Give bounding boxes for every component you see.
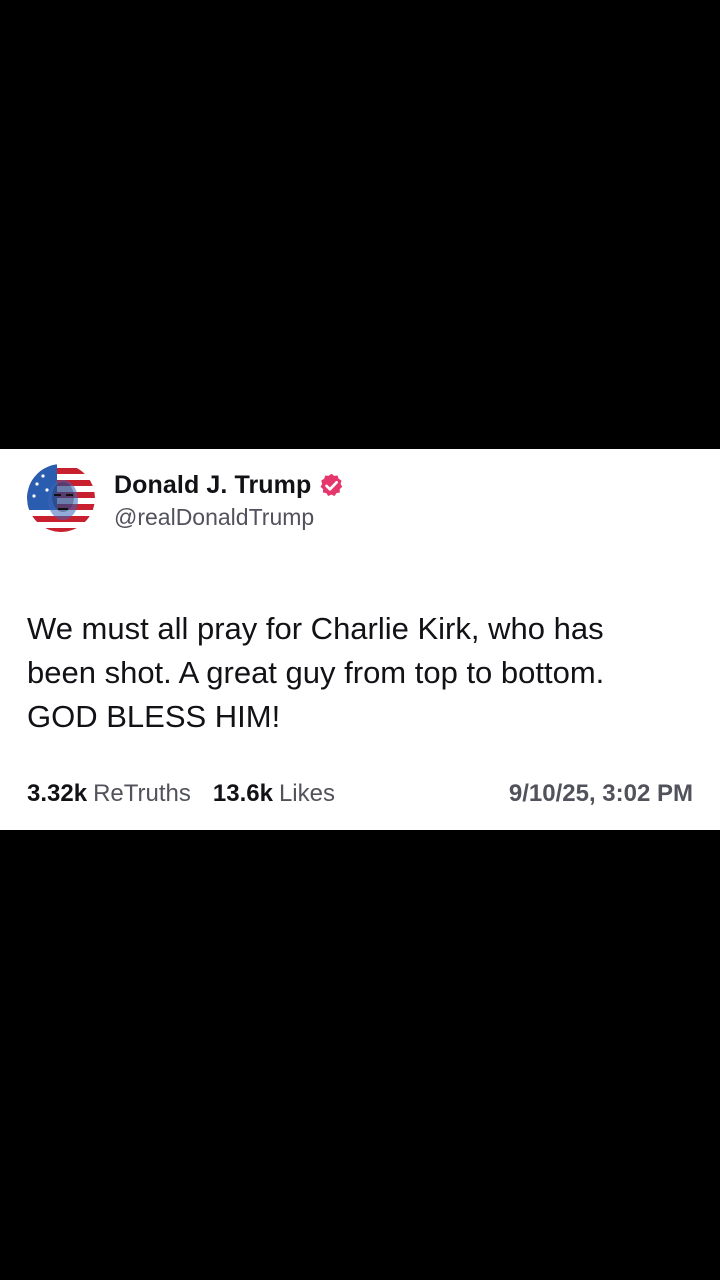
likes-stat[interactable]: 13.6k Likes — [213, 780, 335, 808]
retruths-count: 3.32k — [27, 780, 88, 807]
verified-badge-icon — [320, 473, 343, 496]
retruths-stat[interactable]: 3.32k ReTruths — [27, 780, 191, 808]
author-name-row: Donald J. Trump — [114, 467, 345, 503]
avatar[interactable] — [27, 464, 95, 532]
likes-count: 13.6k — [212, 780, 273, 807]
author-handle[interactable]: @realDonaldTrump — [114, 504, 314, 531]
author-name[interactable]: Donald J. Trump — [114, 471, 311, 500]
post-footer: 3.32k ReTruths 13.6k Likes 9/10/25, 3:02… — [27, 778, 693, 810]
post-body: We must all pray for Charlie Kirk, who h… — [27, 607, 697, 739]
screen: Donald J. Trump @realDonaldTrump We must… — [0, 0, 720, 1280]
post-timestamp: 9/10/25, 3:02 PM — [508, 780, 693, 807]
avatar-flag-portrait-icon — [27, 464, 95, 532]
retruths-label: ReTruths — [93, 780, 191, 807]
likes-label: Likes — [278, 780, 335, 807]
post-body-line: GOD BLESS HIM! — [27, 699, 281, 734]
post-body-line: We must all pray for Charlie Kirk, who h… — [27, 611, 604, 646]
post-body-line: been shot. A great guy from top to botto… — [27, 655, 605, 690]
post-card[interactable]: Donald J. Trump @realDonaldTrump We must… — [0, 449, 720, 830]
